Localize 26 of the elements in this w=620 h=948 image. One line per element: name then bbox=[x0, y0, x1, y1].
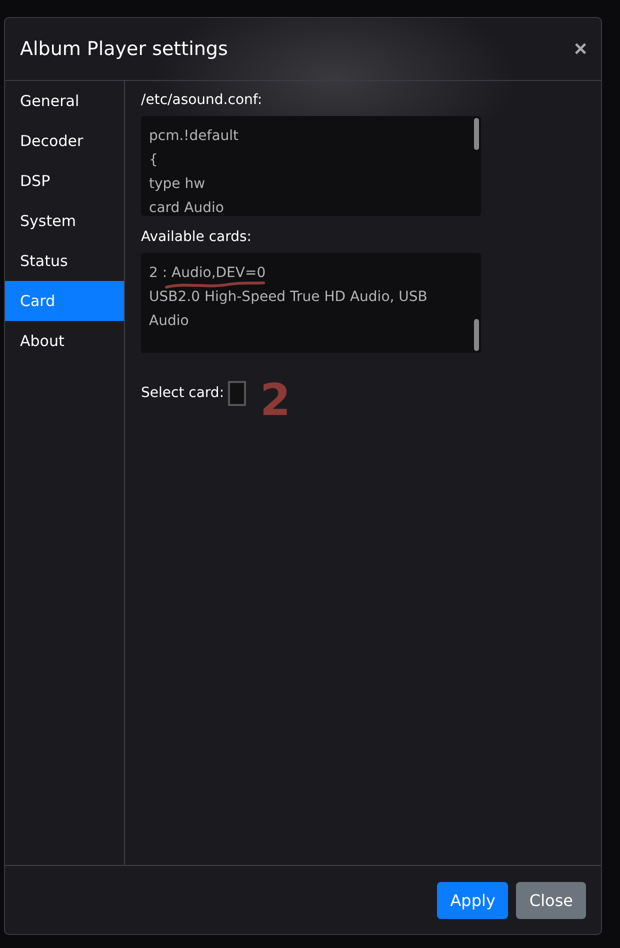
dialog-title: Album Player settings bbox=[20, 38, 228, 60]
text-line: card Audio bbox=[149, 199, 225, 216]
text-line: type hw bbox=[149, 175, 206, 194]
sidebar-item[interactable]: Decoder bbox=[5, 121, 124, 161]
sidebar-item[interactable]: System bbox=[5, 201, 124, 241]
text-line: pcm.!default bbox=[149, 127, 240, 146]
scrollbar-thumb[interactable] bbox=[474, 319, 479, 351]
field-label: Available cards: bbox=[141, 229, 252, 245]
sidebar-item[interactable]: About bbox=[5, 321, 124, 361]
apply-button[interactable]: Apply bbox=[437, 882, 508, 918]
text-line: { bbox=[149, 151, 159, 170]
sidebar-item[interactable]: Card bbox=[5, 281, 124, 321]
field-label: Select card: bbox=[141, 385, 224, 401]
sidebar-item[interactable]: General bbox=[5, 81, 124, 121]
handwritten-annotation: 2 bbox=[260, 379, 291, 423]
close-button[interactable]: Close bbox=[516, 882, 586, 918]
close-button[interactable]: × bbox=[574, 38, 587, 60]
text-line: 2 : Audio,DEV=0 bbox=[149, 264, 267, 283]
scrollbar-thumb[interactable] bbox=[474, 118, 479, 150]
cards-text-area[interactable]: 2 : Audio,DEV=0 USB2.0 High-Speed True HD Audio, USB Audio bbox=[141, 253, 481, 353]
text-line: USB2.0 High-Speed True HD Audio, USB Audio bbox=[149, 288, 428, 331]
sidebar-item[interactable]: DSP bbox=[5, 161, 124, 201]
sidebar-item[interactable]: Status bbox=[5, 241, 124, 281]
field-label: /etc/asound.conf: bbox=[141, 92, 262, 108]
card-input[interactable] bbox=[228, 380, 246, 406]
config-text-area[interactable]: pcm.!default { type hw card Audio bbox=[141, 116, 481, 216]
